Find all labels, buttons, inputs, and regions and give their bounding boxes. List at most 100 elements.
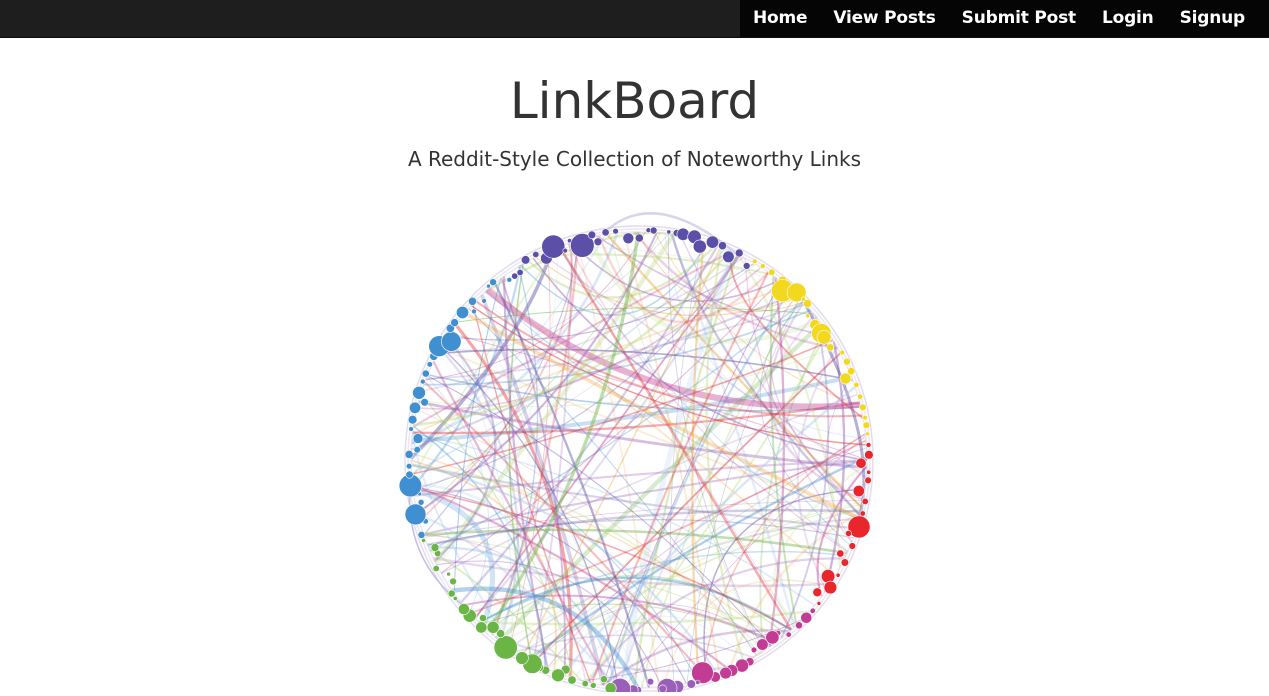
graph-node — [649, 226, 658, 235]
graph-node — [750, 646, 758, 654]
graph-node — [859, 510, 866, 517]
graph-node — [859, 403, 867, 412]
graph-node — [862, 421, 871, 429]
page-subtitle: A Reddit-Style Collection of Noteworthy … — [407, 147, 862, 171]
graph-node — [601, 228, 610, 237]
graph-node — [441, 331, 462, 352]
graph-node — [413, 446, 421, 454]
graph-node — [404, 503, 427, 526]
graph-node — [581, 680, 589, 688]
graph-node — [471, 308, 477, 315]
nav-submit-post-link[interactable]: Submit Post — [949, 0, 1089, 37]
graph-node — [821, 569, 836, 584]
graph-node — [516, 269, 524, 277]
graph-node — [404, 449, 414, 459]
graph-node — [475, 621, 488, 634]
graph-node — [734, 248, 744, 258]
graph-node — [803, 299, 812, 308]
graph-node — [468, 296, 477, 306]
graph-node — [622, 232, 635, 245]
graph-node — [604, 682, 617, 695]
top-navbar: Home View Posts Submit Post Login Signup — [0, 0, 1269, 38]
graph-node — [420, 398, 429, 407]
graph-node — [839, 372, 852, 385]
graph-node — [506, 277, 513, 283]
graph-node — [866, 469, 872, 475]
graph-node — [843, 357, 851, 366]
graph-node — [658, 684, 667, 693]
graph-node — [634, 233, 644, 243]
graph-node — [705, 235, 719, 249]
graph-node — [479, 614, 487, 622]
graph-node — [864, 476, 872, 484]
graph-node — [421, 369, 430, 378]
main-nav: Home View Posts Submit Post Login Signup — [739, 0, 1269, 37]
graph-node — [785, 631, 792, 638]
graph-node — [840, 558, 850, 567]
network-graph-icon — [398, 212, 874, 696]
graph-node — [719, 666, 732, 680]
graph-node — [449, 577, 457, 586]
graph-node — [590, 682, 597, 689]
graph-node — [805, 313, 811, 319]
graph-node — [816, 330, 832, 345]
graph-node — [593, 237, 603, 247]
graph-node — [666, 229, 672, 235]
graph-node — [691, 661, 714, 684]
graph-node — [567, 675, 577, 685]
graph-node — [408, 401, 421, 414]
graph-node — [722, 250, 735, 263]
graph-node — [417, 530, 426, 539]
graph-node — [412, 386, 426, 400]
hero-image — [384, 205, 894, 696]
graph-node — [446, 571, 451, 577]
graph-node — [646, 678, 655, 686]
graph-node — [742, 262, 751, 270]
graph-node — [795, 621, 803, 630]
graph-node — [426, 361, 433, 368]
graph-node — [826, 343, 835, 352]
graph-node — [430, 543, 440, 552]
graph-node — [452, 595, 458, 601]
graph-node — [676, 227, 690, 241]
graph-node — [481, 298, 487, 304]
nav-login-link[interactable]: Login — [1089, 0, 1167, 37]
graph-node — [419, 378, 426, 385]
graph-node — [865, 442, 872, 448]
graph-node — [562, 247, 568, 254]
nav-view-posts-link[interactable]: View Posts — [820, 0, 948, 37]
graph-node — [407, 415, 418, 425]
graph-node — [752, 258, 758, 264]
graph-node — [862, 414, 868, 421]
graph-node — [541, 234, 566, 259]
graph-node — [489, 278, 497, 286]
graph-node — [852, 484, 865, 497]
graph-node — [845, 529, 852, 537]
graph-node — [864, 450, 874, 460]
graph-node — [456, 306, 470, 320]
page-title: LinkBoard — [509, 72, 760, 130]
graph-node — [486, 620, 500, 634]
graph-node — [853, 381, 860, 388]
graph-node — [532, 250, 540, 258]
graph-node — [857, 393, 864, 400]
graph-node — [612, 228, 619, 235]
graph-node — [412, 433, 424, 444]
graph-node — [551, 668, 565, 683]
nav-signup-link[interactable]: Signup — [1167, 0, 1258, 37]
graph-node — [759, 263, 766, 269]
graph-node — [848, 542, 856, 550]
graph-node — [695, 679, 701, 685]
graph-node — [405, 463, 413, 470]
graph-node — [493, 635, 518, 660]
graph-node — [450, 318, 459, 327]
graph-node — [812, 587, 823, 598]
graph-node — [816, 601, 822, 606]
graph-node — [447, 589, 456, 598]
graph-node — [839, 349, 845, 356]
graph-node — [405, 470, 414, 479]
graph-node — [686, 679, 696, 689]
graph-node — [458, 603, 470, 615]
graph-node — [865, 431, 870, 437]
nav-home-link[interactable]: Home — [740, 0, 820, 37]
